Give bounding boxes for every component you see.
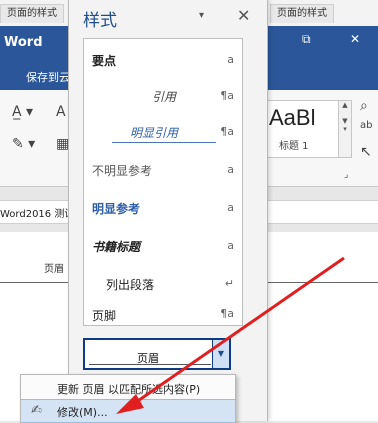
gallery-sample: AaBl <box>269 105 316 130</box>
style-item-header-selected[interactable]: 页眉 ▼ <box>83 338 231 370</box>
style-item-key-point[interactable]: 要点 a <box>84 43 242 77</box>
style-item-book-title[interactable]: 书籍标题 a <box>84 229 242 263</box>
select-icon[interactable]: ↖ <box>360 144 372 160</box>
chevron-down-icon[interactable]: ▼ <box>212 340 229 368</box>
linked-style-icon: ¶a <box>220 125 234 138</box>
save-to-cloud-tab[interactable]: 保存到云 <box>26 69 70 85</box>
dialog-launcher-icon[interactable]: ⌟ <box>344 170 348 180</box>
find-icon[interactable]: ⌕ <box>360 98 368 114</box>
document-tab[interactable]: 页面的样式 <box>0 4 64 23</box>
modify-style-icon: ✍ <box>31 403 42 418</box>
style-item-intense-quote[interactable]: 明显引用 ¶a <box>84 115 242 149</box>
replace-icon[interactable]: ab <box>360 120 372 131</box>
style-item-intense-reference[interactable]: 明显参考 a <box>84 191 242 225</box>
menu-item-label: 修改(M)... <box>57 406 108 419</box>
chevron-down-icon[interactable]: ▾ <box>199 10 204 21</box>
styles-gallery[interactable]: AaBl 标题 1 <box>262 100 340 158</box>
character-style-icon: a <box>227 201 234 214</box>
style-item-subtle-reference[interactable]: 不明显参考 a <box>84 153 242 187</box>
style-item-label: 页脚 <box>92 309 117 323</box>
document-title: Word2016 测试 <box>0 209 75 220</box>
style-preview-rule <box>89 364 211 365</box>
restore-icon[interactable]: ⧉ <box>302 32 311 47</box>
style-item-label: 引用 <box>152 90 177 104</box>
style-item-footer[interactable]: 页脚 ¶a <box>84 303 242 325</box>
intense-quote-rule <box>112 142 216 143</box>
gallery-caption: 标题 1 <box>279 141 309 152</box>
style-item-list-paragraph[interactable]: 列出段落 ↵ <box>84 267 242 301</box>
font-effects-icon[interactable]: A̲ ▾ <box>12 104 33 120</box>
close-window-icon[interactable]: ✕ <box>350 32 360 46</box>
style-item-quote[interactable]: 引用 ¶a <box>84 79 242 113</box>
menu-item-update-to-match[interactable]: 更新 页眉 以匹配所选内容(P) <box>21 377 235 399</box>
style-list: 要点 a 引用 ¶a 明显引用 ¶a 不明显参考 a 明显参考 a 书籍标题 a… <box>83 38 243 326</box>
character-style-icon: a <box>227 239 234 252</box>
paragraph-style-icon: ↵ <box>224 277 234 290</box>
menu-item-label: 更新 页眉 以匹配所选内容(P) <box>57 383 201 396</box>
highlight-color-icon[interactable]: ✎ ▾ <box>12 136 35 152</box>
page-header-text: 页眉 <box>44 264 64 275</box>
style-context-menu: 更新 页眉 以匹配所选内容(P) ✍ 修改(M)... <box>20 374 236 423</box>
linked-style-icon: ¶a <box>220 89 234 102</box>
style-item-label: 明显引用 <box>130 126 179 140</box>
app-name: Word <box>4 35 43 50</box>
style-item-label: 要点 <box>92 54 117 68</box>
style-item-label: 列出段落 <box>106 278 155 292</box>
style-item-label: 明显参考 <box>92 202 141 216</box>
style-item-label: 不明显参考 <box>92 164 153 178</box>
close-icon[interactable]: ✕ <box>237 6 250 25</box>
gallery-scroll[interactable]: ▲ ▼ ▾ <box>338 100 352 158</box>
linked-style-icon: ¶a <box>220 307 234 320</box>
pane-title: 样式 <box>83 11 117 31</box>
document-tab[interactable]: 页面的样式 <box>270 4 334 23</box>
styles-pane: 样式 ▾ ✕ 要点 a 引用 ¶a 明显引用 ¶a 不明显参考 a 明显参考 a… <box>68 0 268 421</box>
character-style-icon: a <box>227 163 234 176</box>
menu-item-modify[interactable]: ✍ 修改(M)... <box>21 399 235 423</box>
style-item-label: 书籍标题 <box>92 240 141 254</box>
character-style-icon: a <box>227 53 234 66</box>
